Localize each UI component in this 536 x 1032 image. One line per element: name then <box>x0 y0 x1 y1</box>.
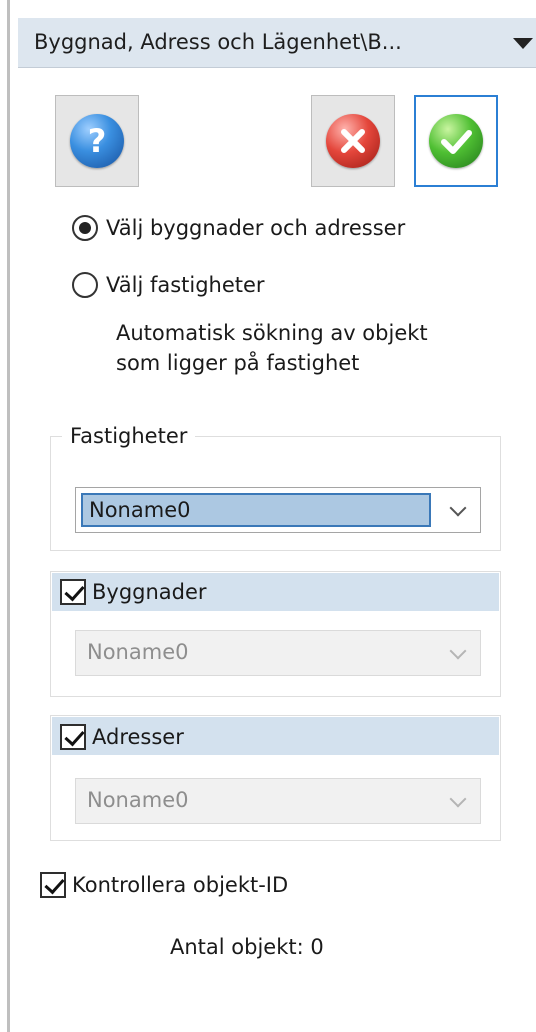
adresser-checkbox[interactable] <box>60 724 86 750</box>
byggnader-value: Noname0 <box>87 640 189 664</box>
help-button[interactable]: ? <box>55 95 139 187</box>
property-search-description: Automatisk sökning av objekt som ligger … <box>116 318 428 378</box>
fastigheter-legend: Fastigheter <box>62 424 196 448</box>
help-icon: ? <box>70 114 124 168</box>
radio-button-checked[interactable] <box>72 215 98 241</box>
byggnader-select[interactable]: Noname0 <box>75 630 481 676</box>
fastigheter-select[interactable]: Noname0 <box>75 487 481 533</box>
kontrollera-objekt-id-checkbox[interactable] <box>40 872 66 898</box>
byggnader-label: Byggnader <box>92 580 207 604</box>
kontrollera-objekt-id-row[interactable]: Kontrollera objekt-ID <box>40 872 288 898</box>
adresser-checkbox-row[interactable]: Adresser <box>60 724 184 750</box>
chevron-down-icon[interactable] <box>449 642 467 660</box>
byggnader-checkbox[interactable] <box>60 579 86 605</box>
fastigheter-selected-value: Noname0 <box>81 493 431 527</box>
radio-button-unchecked[interactable] <box>72 272 98 298</box>
chevron-down-icon[interactable] <box>449 499 467 517</box>
panel-splitter[interactable] <box>7 0 10 1032</box>
description-line: som ligger på fastighet <box>116 351 360 375</box>
adresser-label: Adresser <box>92 725 184 749</box>
svg-text:?: ? <box>88 122 107 160</box>
ok-icon <box>429 114 483 168</box>
chevron-down-icon[interactable] <box>449 790 467 808</box>
panel-title: Byggnad, Adress och Lägenhet\B... <box>34 30 402 54</box>
chevron-down-icon[interactable] <box>510 18 536 68</box>
byggnader-checkbox-row[interactable]: Byggnader <box>60 579 207 605</box>
radio-label: Välj fastigheter <box>106 273 265 297</box>
object-count: Antal objekt: 0 <box>170 935 324 959</box>
radio-select-buildings-addresses[interactable]: Välj byggnader och adresser <box>72 215 405 241</box>
kontrollera-objekt-id-label: Kontrollera objekt-ID <box>72 873 289 897</box>
radio-label: Välj byggnader och adresser <box>106 216 406 240</box>
adresser-select[interactable]: Noname0 <box>75 778 481 824</box>
panel-title-bar: Byggnad, Adress och Lägenhet\B... <box>18 18 536 68</box>
description-line: Automatisk sökning av objekt <box>116 321 428 345</box>
ok-button[interactable] <box>414 95 498 187</box>
radio-select-properties[interactable]: Välj fastigheter <box>72 272 265 298</box>
adresser-value: Noname0 <box>87 788 189 812</box>
cancel-button[interactable] <box>311 95 395 187</box>
cancel-icon <box>326 114 380 168</box>
